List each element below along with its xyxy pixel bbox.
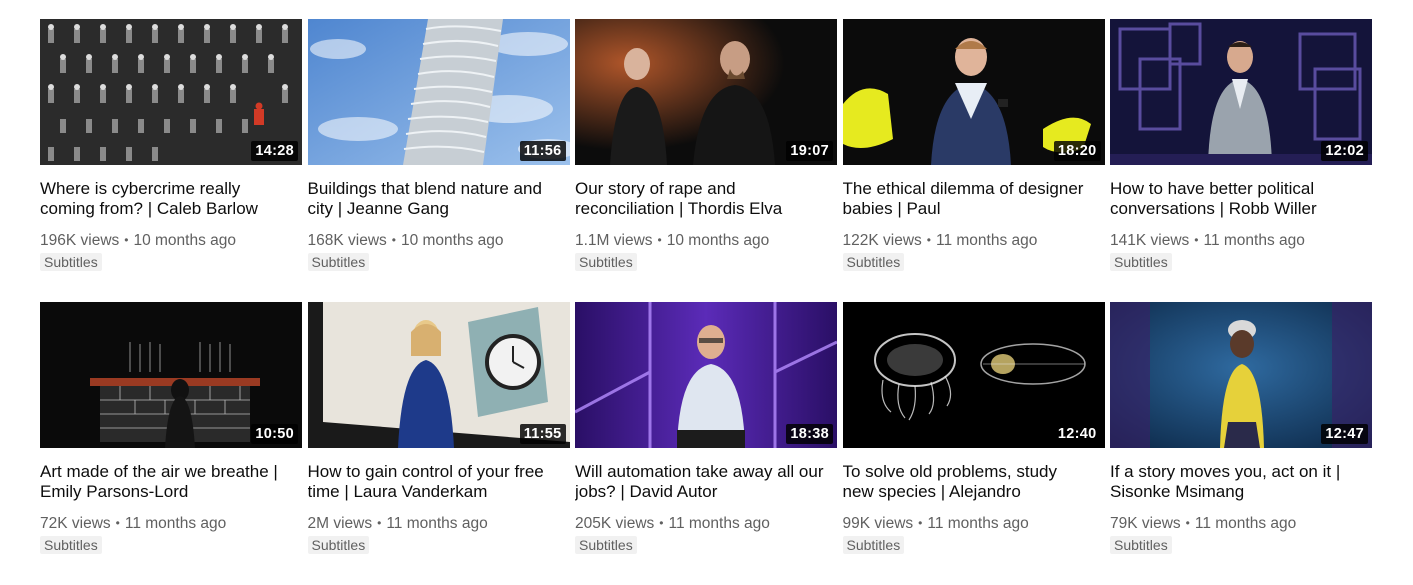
subtitles-badge: Subtitles (575, 536, 637, 554)
duration-badge: 10:50 (251, 424, 298, 444)
video-thumbnail[interactable]: 14:28 (40, 19, 302, 165)
meta-separator: • (115, 516, 120, 530)
video-metadata: 2M views • 11 months ago (308, 513, 570, 534)
duration-badge: 11:55 (519, 424, 566, 444)
view-count: 99K views (842, 515, 914, 532)
meta-separator: • (1185, 516, 1190, 530)
meta-separator: • (926, 233, 931, 247)
subtitles-badge: Subtitles (575, 253, 637, 271)
video-title[interactable]: Our story of rape and reconciliation | T… (575, 179, 825, 219)
duration-badge: 14:28 (251, 141, 298, 161)
duration-badge: 12:40 (1053, 424, 1101, 444)
meta-separator: • (1194, 233, 1199, 247)
video-thumbnail[interactable]: 12:02 (1110, 19, 1372, 165)
video-title[interactable]: How to gain control of your free time | … (308, 462, 558, 502)
video-metadata: 72K views • 11 months ago (40, 513, 302, 534)
video-card[interactable]: 12:40 To solve old problems, study new s… (842, 302, 1105, 585)
video-card[interactable]: 19:07 Our story of rape and reconciliati… (575, 19, 837, 302)
meta-separator: • (377, 516, 382, 530)
upload-age: 11 months ago (668, 515, 770, 532)
duration-badge: 19:07 (786, 141, 833, 161)
view-count: 196K views (40, 232, 120, 249)
view-count: 205K views (575, 515, 655, 532)
duration-badge: 11:56 (519, 141, 566, 161)
video-thumbnail[interactable]: 18:38 (575, 302, 837, 448)
upload-age: 11 months ago (386, 515, 488, 532)
view-count: 2M views (307, 515, 373, 532)
view-count: 141K views (1110, 232, 1190, 249)
video-thumbnail[interactable]: 10:50 (40, 302, 302, 448)
subtitles-badge: Subtitles (307, 253, 370, 271)
subtitles-badge: Subtitles (40, 536, 102, 554)
video-metadata: 79K views • 11 months ago (1110, 513, 1372, 534)
video-thumbnail[interactable]: 11:56 (307, 19, 570, 165)
subtitles-badge: Subtitles (307, 536, 370, 554)
subtitles-badge: Subtitles (1110, 536, 1172, 554)
video-card[interactable]: 18:20 The ethical dilemma of designer ba… (842, 19, 1105, 302)
video-metadata: 1.1M views • 10 months ago (575, 230, 837, 251)
video-metadata: 99K views • 11 months ago (843, 513, 1105, 534)
upload-age: 10 months ago (400, 232, 504, 249)
duration-badge: 18:38 (786, 424, 833, 444)
upload-age: 11 months ago (124, 515, 227, 532)
duration-badge: 12:02 (1321, 141, 1368, 161)
subtitles-badge: Subtitles (842, 536, 905, 554)
video-card[interactable]: 14:28 Where is cybercrime really coming … (40, 19, 302, 302)
view-count: 72K views (40, 515, 111, 532)
view-count: 122K views (842, 232, 922, 249)
video-card[interactable]: 11:55 How to gain control of your free t… (307, 302, 570, 585)
meta-separator: • (124, 233, 129, 247)
view-count: 1.1M views (575, 232, 653, 249)
upload-age: 11 months ago (1194, 515, 1297, 532)
video-metadata: 196K views • 10 months ago (40, 230, 302, 251)
view-count: 79K views (1110, 515, 1181, 532)
subtitles-badge: Subtitles (40, 253, 102, 271)
subtitles-badge: Subtitles (1110, 253, 1172, 271)
video-title[interactable]: Where is cybercrime really coming from? … (40, 179, 290, 219)
meta-separator: • (657, 233, 662, 247)
video-title[interactable]: Art made of the air we breathe | Emily P… (40, 462, 290, 502)
duration-badge: 18:20 (1053, 141, 1101, 161)
upload-age: 11 months ago (927, 515, 1029, 532)
video-title[interactable]: If a story moves you, act on it | Sisonk… (1110, 462, 1360, 502)
duration-badge: 12:47 (1321, 424, 1368, 444)
meta-separator: • (918, 516, 923, 530)
video-title[interactable]: Will automation take away all our jobs? … (575, 462, 825, 502)
video-card[interactable]: 12:47 If a story moves you, act on it | … (1110, 302, 1372, 585)
video-card[interactable]: 11:56 Buildings that blend nature and ci… (307, 19, 570, 302)
video-thumbnail[interactable]: 11:55 (307, 302, 570, 448)
video-thumbnail[interactable]: 12:47 (1110, 302, 1372, 448)
video-thumbnail[interactable]: 12:40 (842, 302, 1105, 448)
video-metadata: 141K views • 11 months ago (1110, 230, 1372, 251)
video-grid: 14:28 Where is cybercrime really coming … (40, 19, 1372, 585)
upload-age: 10 months ago (133, 232, 237, 249)
video-metadata: 122K views • 11 months ago (843, 230, 1105, 251)
video-title[interactable]: To solve old problems, study new species… (843, 462, 1093, 502)
meta-separator: • (659, 516, 664, 530)
meta-separator: • (391, 233, 396, 247)
video-card[interactable]: 18:38 Will automation take away all our … (575, 302, 837, 585)
video-card[interactable]: 10:50 Art made of the air we breathe | E… (40, 302, 302, 585)
view-count: 168K views (307, 232, 387, 249)
video-title[interactable]: Buildings that blend nature and city | J… (308, 179, 558, 219)
video-title[interactable]: How to have better political conversatio… (1110, 179, 1360, 219)
upload-age: 10 months ago (666, 232, 770, 249)
video-thumbnail[interactable]: 18:20 (842, 19, 1105, 165)
video-metadata: 168K views • 10 months ago (308, 230, 570, 251)
upload-age: 11 months ago (935, 232, 1038, 249)
video-thumbnail[interactable]: 19:07 (575, 19, 837, 165)
subtitles-badge: Subtitles (842, 253, 905, 271)
video-metadata: 205K views • 11 months ago (575, 513, 837, 534)
upload-age: 11 months ago (1203, 232, 1305, 249)
video-title[interactable]: The ethical dilemma of designer babies |… (843, 179, 1093, 219)
video-card[interactable]: 12:02 How to have better political conve… (1110, 19, 1372, 302)
